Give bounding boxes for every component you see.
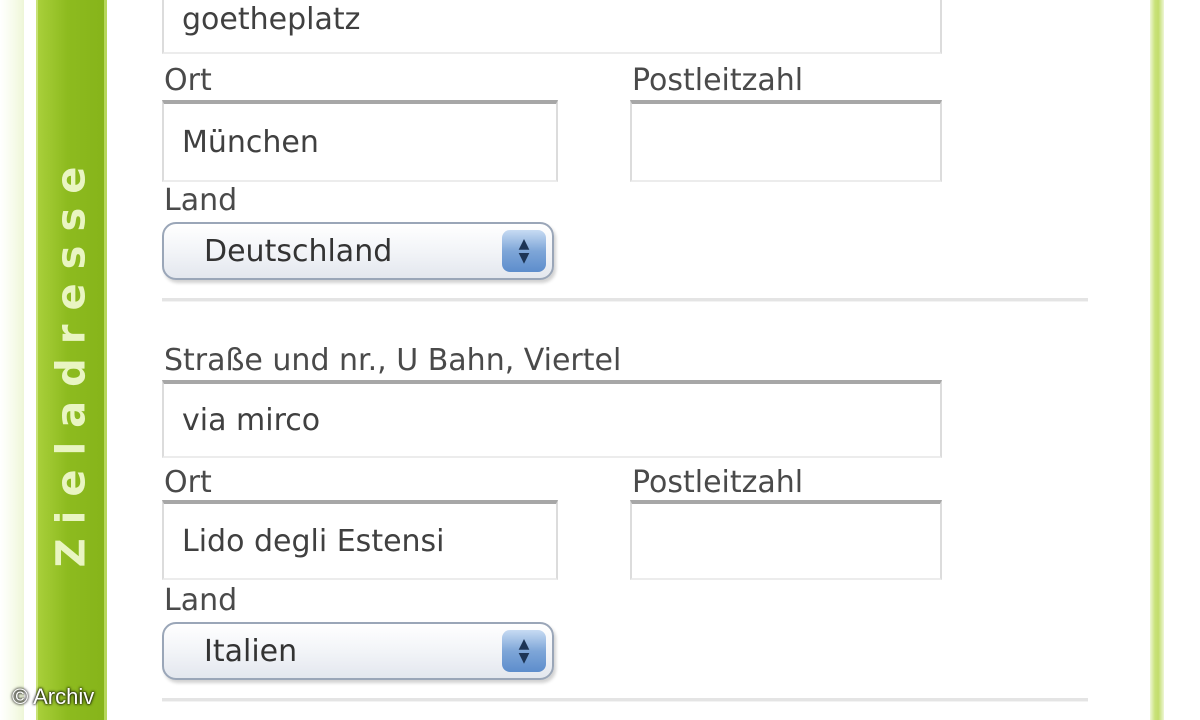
country-select-1-value: Deutschland <box>204 233 393 269</box>
postal-input-1[interactable] <box>630 100 942 182</box>
section-divider-1 <box>162 298 1088 302</box>
street-label-2: Straße und nr., U Bahn, Viertel <box>164 343 622 378</box>
sidebar-label: Zieladresse <box>48 152 94 568</box>
postal-input-2[interactable] <box>630 500 942 580</box>
sidebar-band: Zieladresse <box>36 0 107 720</box>
address-form-page: Zieladresse goetheplatz Ort Postleitzahl… <box>0 0 1200 720</box>
country-select-2-value: Italien <box>204 633 298 669</box>
country-label-2: Land <box>164 583 238 618</box>
city-input-2-value: Lido degli Estensi <box>182 523 445 559</box>
up-down-chevron-icon: ▲ ▼ <box>502 630 546 672</box>
street-input-2-value: via mirco <box>182 402 321 438</box>
section-divider-2 <box>162 698 1088 702</box>
city-input-2[interactable]: Lido degli Estensi <box>162 500 558 580</box>
city-input-1-value: München <box>182 124 319 160</box>
country-select-1[interactable]: Deutschland ▲ ▼ <box>162 222 554 280</box>
street-input-1-value: goetheplatz <box>182 1 361 37</box>
city-label-2: Ort <box>164 465 212 500</box>
postal-label-2: Postleitzahl <box>632 465 804 500</box>
city-input-1[interactable]: München <box>162 100 558 182</box>
street-input-2[interactable]: via mirco <box>162 380 942 458</box>
street-input-1[interactable]: goetheplatz <box>162 0 942 54</box>
postal-label-1: Postleitzahl <box>632 63 804 98</box>
form-area: goetheplatz Ort Postleitzahl München Lan… <box>160 0 1140 720</box>
up-down-chevron-icon: ▲ ▼ <box>502 230 546 272</box>
country-label-1: Land <box>164 183 238 218</box>
sidebar-label-wrap: Zieladresse <box>38 0 104 720</box>
panel-right-border <box>1150 0 1164 720</box>
image-credit: © Archiv <box>12 684 95 709</box>
city-label-1: Ort <box>164 63 212 98</box>
country-select-2[interactable]: Italien ▲ ▼ <box>162 622 554 680</box>
outer-frame <box>0 0 24 720</box>
